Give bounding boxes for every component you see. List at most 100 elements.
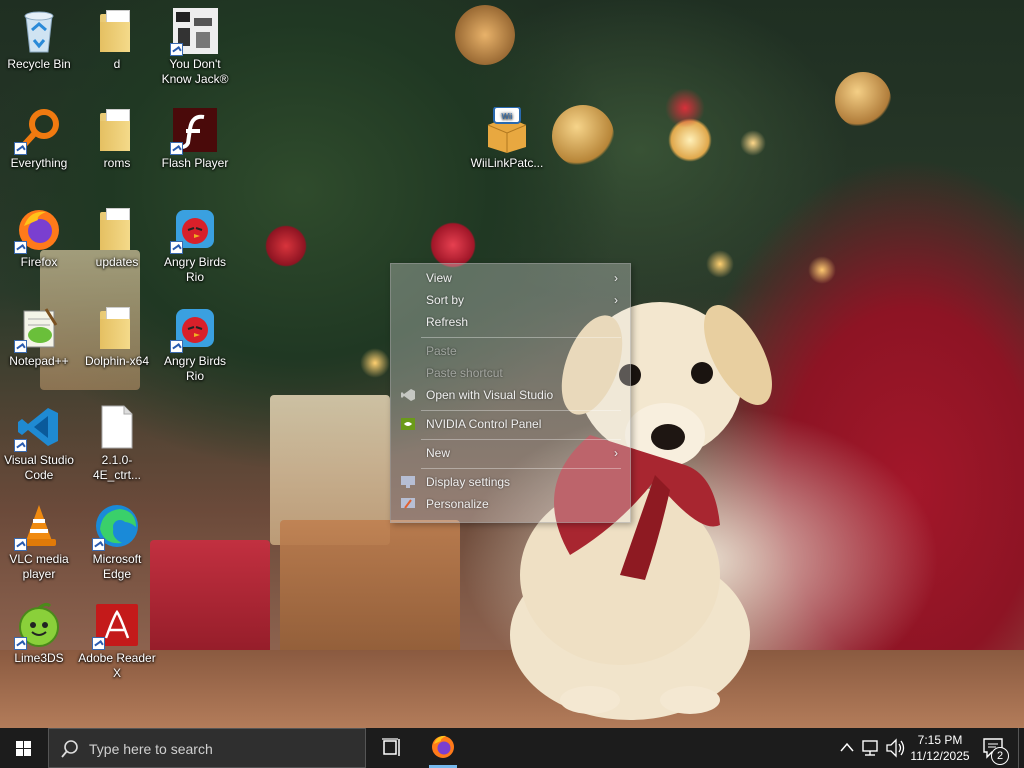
shortcut-arrow-icon [14, 340, 27, 353]
wallpaper-gift [280, 520, 460, 670]
menu-item-view[interactable]: View › [391, 267, 630, 289]
task-view-icon [382, 738, 400, 756]
desktop-icon-label: Adobe Reader X [78, 651, 156, 680]
desktop-icon-label: 2.1.0-4E_ctrt... [92, 453, 142, 482]
chevron-right-icon: › [614, 446, 618, 460]
wallpaper-ornament [835, 72, 891, 128]
folder-icon [100, 109, 130, 151]
chevron-up-icon [840, 742, 854, 752]
firefox-icon [432, 735, 454, 758]
desktop-icon-label: Angry Birds Rio [163, 354, 227, 383]
desktop-icon-file-ctrt[interactable]: 2.1.0-4E_ctrt... [78, 404, 156, 483]
desktop-icon-recycle-bin[interactable]: Recycle Bin [0, 8, 78, 72]
desktop-icon-label: Firefox [20, 255, 58, 269]
wallpaper-ornament [552, 105, 614, 167]
desktop-icon-angry-birds-rio-2[interactable]: Angry Birds Rio [156, 305, 234, 384]
shortcut-arrow-icon [170, 340, 183, 353]
nvidia-icon [401, 418, 415, 430]
search-input[interactable] [87, 738, 361, 760]
desktop-context-menu: View › Sort by › Refresh Paste Paste sho… [390, 263, 631, 523]
desktop-icon-label: WiiLinkPatc... [470, 156, 544, 170]
desktop-icon-wiilinkpatcher[interactable]: Wii WiiLinkPatc... [468, 106, 546, 171]
recycle-bin-icon [24, 11, 54, 53]
clock-time: 7:15 PM [917, 733, 963, 747]
volume-button[interactable] [884, 728, 906, 768]
network-icon [862, 740, 878, 756]
start-button[interactable] [0, 728, 48, 768]
display-icon [401, 476, 415, 488]
wallpaper-light [808, 256, 836, 284]
shortcut-arrow-icon [92, 538, 105, 551]
desktop-icon-label: VLC media player [9, 552, 69, 581]
desktop-icon-firefox[interactable]: Firefox [0, 206, 78, 270]
desktop-icon-folder-roms[interactable]: roms [78, 107, 156, 171]
menu-item-new[interactable]: New › [391, 442, 630, 464]
desktop-icon-you-dont-know-jack[interactable]: You Don't Know Jack® [156, 8, 234, 87]
desktop-icon-folder-updates[interactable]: updates [78, 206, 156, 270]
desktop-icon-vscode[interactable]: Visual Studio Code [0, 404, 78, 483]
desktop-icon-edge[interactable]: Microsoft Edge [78, 503, 156, 582]
show-desktop-button[interactable] [1018, 728, 1024, 768]
menu-item-open-with-visual-studio[interactable]: Open with Visual Studio [391, 384, 630, 406]
wallpaper-ornament [430, 222, 476, 268]
desktop-icon-label: Angry Birds Rio [163, 255, 227, 284]
desktop-icon-adobe-reader[interactable]: Adobe Reader X [78, 602, 156, 681]
wallpaper-ornament [265, 225, 307, 267]
menu-item-paste-shortcut[interactable]: Paste shortcut [391, 362, 630, 384]
desktop-icon-everything[interactable]: Everything [0, 107, 78, 171]
desktop-icon-label: Visual Studio Code [4, 453, 74, 482]
visual-studio-icon [401, 389, 415, 401]
menu-separator [421, 337, 621, 338]
shortcut-arrow-icon [14, 241, 27, 254]
clock-date: 11/12/2025 [910, 749, 970, 763]
file-icon [101, 405, 133, 449]
desktop-icon-label: Lime3DS [14, 651, 64, 665]
menu-separator [421, 410, 621, 411]
shortcut-arrow-icon [14, 439, 27, 452]
taskbar-clock[interactable]: 7:15 PM 11/12/2025 [906, 732, 974, 764]
menu-item-display-settings[interactable]: Display settings [391, 471, 630, 493]
desktop[interactable]: Recycle Bin d You Don't Know Jack® Every… [0, 0, 1024, 728]
desktop-icon-folder-d[interactable]: d [78, 8, 156, 72]
desktop-icon-label: d [113, 57, 121, 71]
desktop-icon-notepadpp[interactable]: Notepad++ [0, 305, 78, 369]
desktop-icon-lime3ds[interactable]: Lime3DS [0, 602, 78, 666]
windows-logo-icon [16, 741, 31, 756]
desktop-icon-label: Dolphin-x64 [84, 354, 150, 368]
personalize-icon [401, 498, 415, 509]
menu-item-nvidia-control-panel[interactable]: NVIDIA Control Panel [391, 413, 630, 435]
speaker-icon [886, 738, 905, 758]
shortcut-arrow-icon [14, 538, 27, 551]
task-view-button[interactable] [372, 728, 412, 768]
wallpaper-ornament [455, 5, 515, 65]
desktop-icon-label: Microsoft Edge [92, 552, 142, 581]
taskbar-search-box[interactable] [48, 728, 366, 768]
desktop-icon-label: Everything [10, 156, 68, 170]
shortcut-arrow-icon [170, 142, 183, 155]
wallpaper-light [740, 130, 766, 156]
notification-count-badge: 2 [991, 747, 1009, 765]
menu-separator [421, 468, 621, 469]
desktop-icon-folder-dolphin[interactable]: Dolphin-x64 [78, 305, 156, 369]
svg-text:Wii: Wii [501, 112, 512, 121]
search-icon [61, 740, 78, 758]
desktop-icon-label: Notepad++ [9, 354, 69, 368]
menu-item-paste[interactable]: Paste [391, 340, 630, 362]
desktop-icon-label: roms [103, 156, 131, 170]
menu-item-refresh[interactable]: Refresh [391, 311, 630, 333]
menu-item-sort-by[interactable]: Sort by › [391, 289, 630, 311]
desktop-icon-vlc[interactable]: VLC media player [0, 503, 78, 582]
desktop-icon-angry-birds-rio-1[interactable]: Angry Birds Rio [156, 206, 234, 285]
desktop-icon-label: Recycle Bin [7, 57, 71, 71]
shortcut-arrow-icon [170, 43, 183, 56]
wallpaper-light [665, 88, 705, 128]
desktop-icon-label: updates [95, 255, 139, 269]
network-button[interactable] [860, 728, 882, 768]
package-icon: Wii [487, 106, 527, 153]
show-hidden-icons-button[interactable] [836, 728, 858, 768]
menu-item-personalize[interactable]: Personalize [391, 493, 630, 515]
taskbar-firefox-button[interactable] [423, 728, 463, 768]
shortcut-arrow-icon [14, 637, 27, 650]
action-center-button[interactable]: 2 [978, 728, 1014, 768]
desktop-icon-flash-player[interactable]: Flash Player [156, 107, 234, 171]
